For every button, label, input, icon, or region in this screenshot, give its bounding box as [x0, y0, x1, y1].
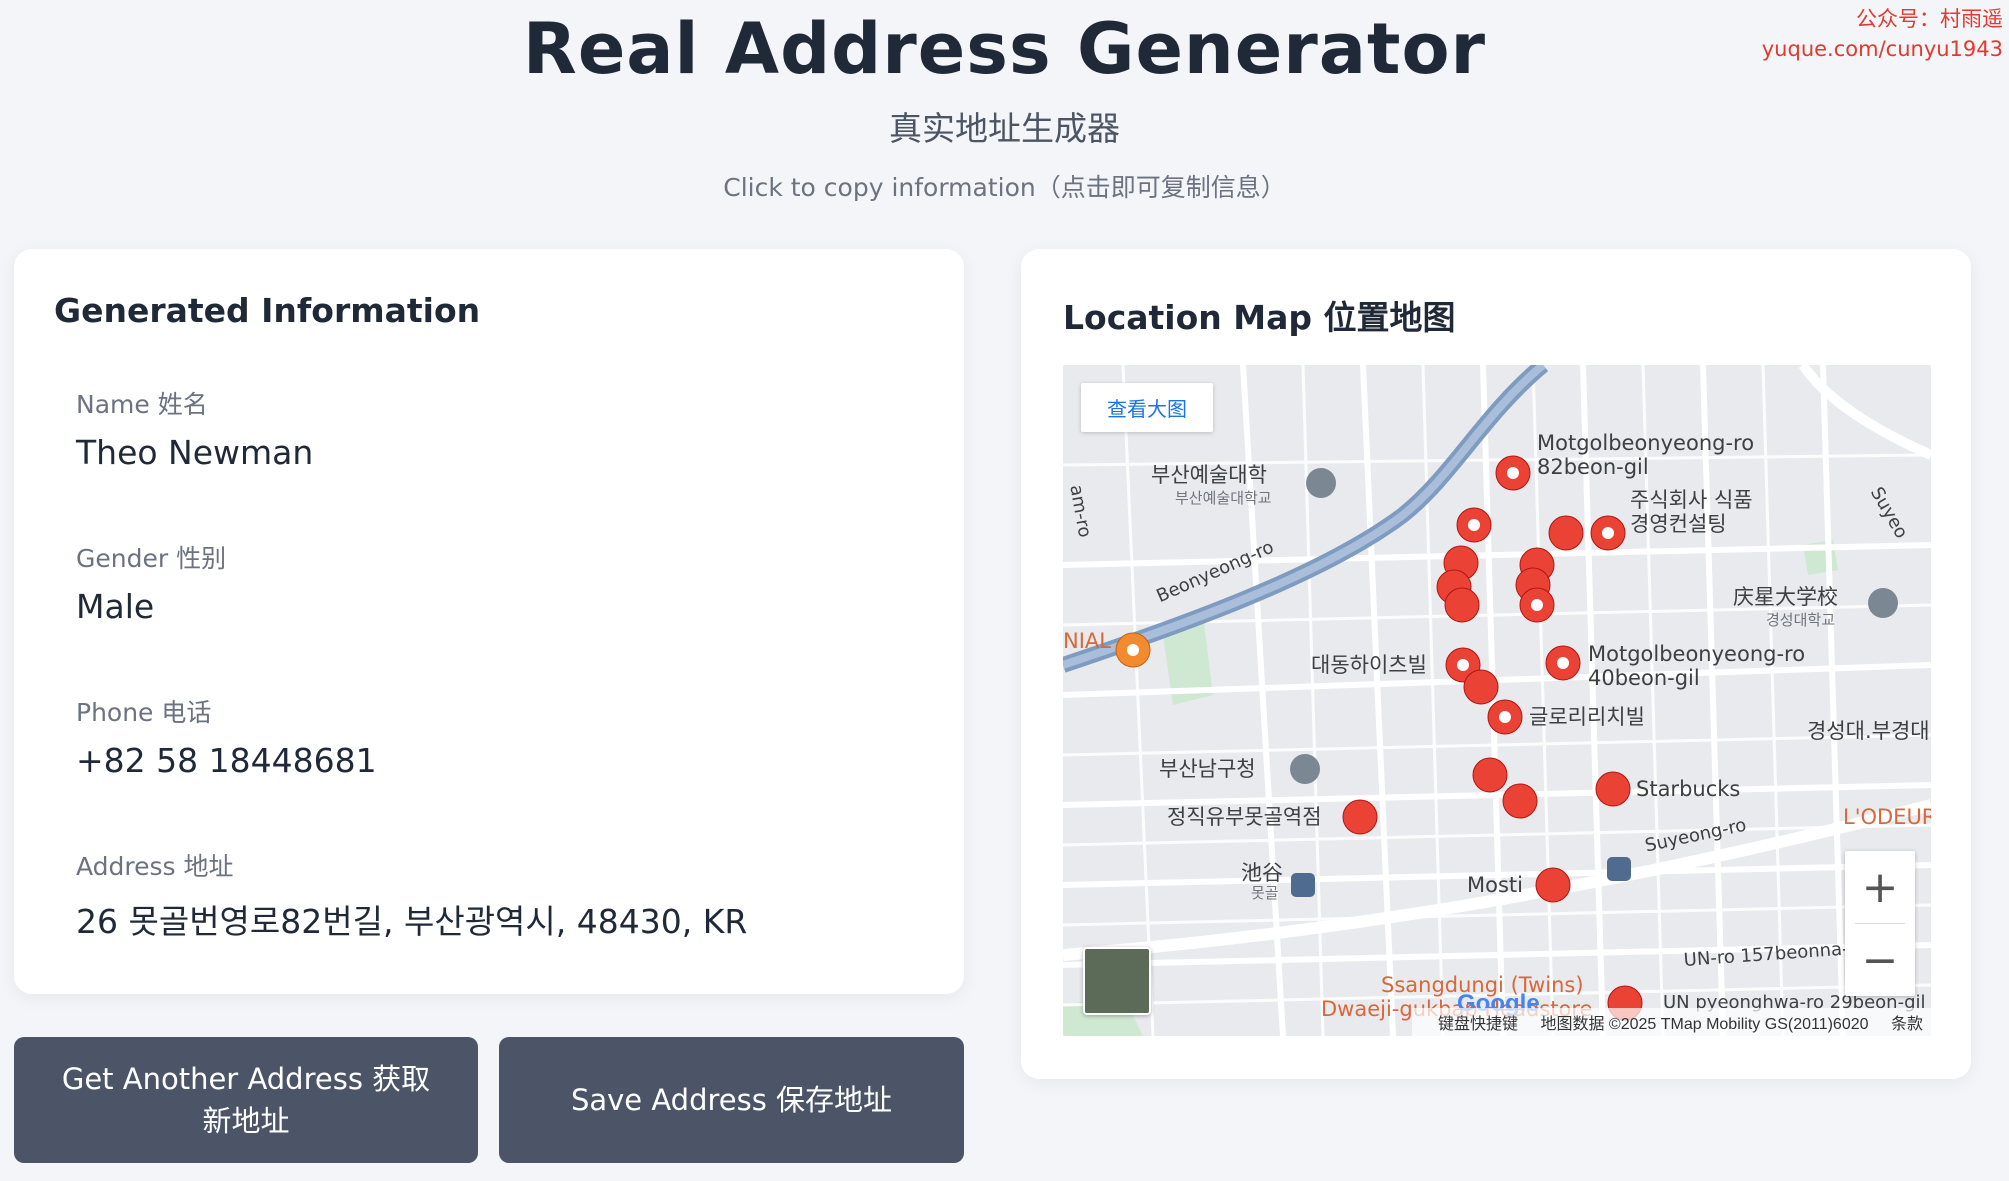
phone-field[interactable]: Phone 电话 +82 58 18448681	[76, 693, 377, 780]
gender-value[interactable]: Male	[76, 587, 226, 626]
keyboard-shortcuts-link[interactable]: 键盘快捷键	[1438, 1016, 1518, 1033]
generated-info-card: Generated Information Name 姓名 Theo Newma…	[14, 249, 964, 994]
gender-label: Gender 性别	[76, 544, 227, 573]
copy-hint: Click to copy information（点击即可复制信息）	[723, 173, 1286, 202]
terms-link[interactable]: 条款	[1891, 1016, 1923, 1033]
satellite-toggle[interactable]	[1083, 947, 1151, 1015]
map-label-motgol40: Motgolbeonyeong-ro 40beon-gil	[1588, 642, 1806, 690]
phone-label: Phone 电话	[76, 698, 212, 727]
map-label-jeongjik: 정직유부못골역점	[1167, 805, 1322, 829]
name-field[interactable]: Name 姓名 Theo Newman	[76, 385, 313, 472]
zoom-out-button[interactable]: −	[1845, 924, 1915, 996]
map-label-jigok-sub: 못골	[1251, 884, 1279, 902]
map-data-text: 地图数据 ©2025 TMap Mobility GS(2011)6020	[1540, 1016, 1869, 1033]
name-value[interactable]: Theo Newman	[76, 433, 313, 472]
address-label: Address 地址	[76, 852, 234, 881]
generated-info-title: Generated Information	[54, 291, 481, 330]
address-field[interactable]: Address 地址 26 못골번영로82번길, 부산광역시, 48430, K…	[76, 847, 747, 943]
map-label-lodeur: L'ODEUR	[1843, 805, 1931, 829]
page-header: Real Address Generator 真实地址生成器 Click to …	[0, 0, 2009, 204]
location-map-card: Location Map 位置地图 Motgolbeonyeong-ro 82b…	[1021, 249, 1971, 1079]
name-label: Name 姓名	[76, 390, 208, 419]
address-value[interactable]: 26 못골번영로82번길, 부산광역시, 48430, KR	[76, 895, 747, 943]
phone-value[interactable]: +82 58 18448681	[76, 741, 377, 780]
save-address-button[interactable]: Save Address 保存地址	[499, 1037, 964, 1163]
map-label-jigok: 池谷	[1241, 861, 1283, 885]
get-another-address-button[interactable]: Get Another Address 获取新地址	[14, 1037, 478, 1163]
map-label-starbucks: Starbucks	[1636, 777, 1741, 801]
map-attribution: 键盘快捷键 地图数据 ©2025 TMap Mobility GS(2011)6…	[1411, 1008, 1931, 1036]
map-label-company: 주식회사 식품 경영컨설팅	[1630, 488, 1753, 536]
map-label-kyungsung-sub: 경성대학교	[1766, 611, 1836, 629]
location-map-title: Location Map 位置地图	[1063, 298, 1456, 337]
map-label-glory: 글로리리치빌	[1529, 705, 1645, 729]
map-label-mosti: Mosti	[1467, 873, 1523, 897]
view-larger-map-link[interactable]: 查看大图	[1081, 383, 1213, 432]
map-label-daedong: 대동하이츠빌	[1311, 653, 1427, 677]
map-label-kyungsung-station: 경성대.부경대	[1807, 719, 1930, 743]
page-subtitle: 真实地址生成器	[889, 109, 1120, 148]
map-zoom-controls: + −	[1845, 851, 1915, 996]
gender-field[interactable]: Gender 性别 Male	[76, 539, 226, 626]
page-title: Real Address Generator	[522, 8, 1487, 90]
map-label-motgol82: Motgolbeonyeong-ro 82beon-gil	[1537, 431, 1755, 479]
map-label-kyungsung: 庆星大学校	[1733, 585, 1838, 609]
map-label-nam-gu-office: 부산남구청	[1159, 757, 1256, 781]
map-label-busan-arts-sub: 부산예술대학교	[1175, 489, 1272, 507]
map-label-busan-arts: 부산예술대학	[1151, 463, 1267, 487]
map-label-nial: NIAL	[1063, 629, 1111, 653]
embedded-map[interactable]: Motgolbeonyeong-ro 82beon-gil 주식회사 식품 경영…	[1063, 365, 1931, 1036]
zoom-in-button[interactable]: +	[1845, 851, 1915, 923]
